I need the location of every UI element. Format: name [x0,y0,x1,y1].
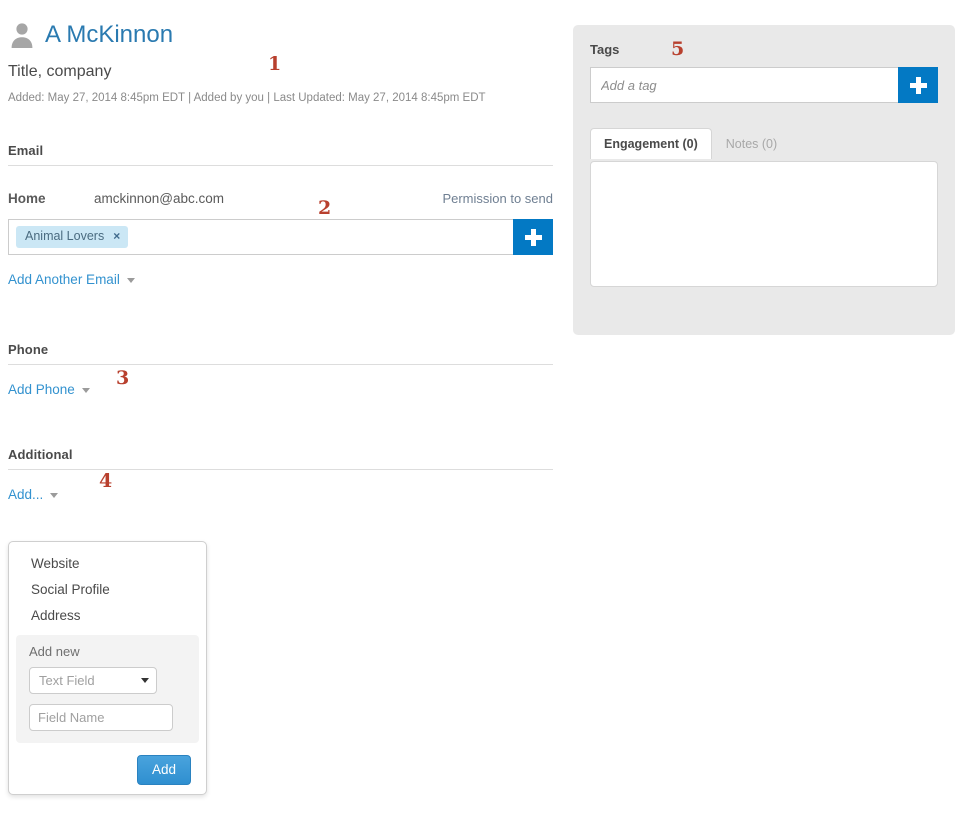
email-permission-label[interactable]: Permission to send [442,191,553,206]
tags-panel-tabs: Engagement (0) Notes (0) [590,128,938,159]
add-new-field-group: Add new Text Field [16,635,199,743]
annotation-marker-4: 4 [99,470,113,492]
chevron-down-icon [141,678,149,683]
add-email-list-button[interactable] [513,219,553,255]
add-new-label: Add new [29,644,80,659]
field-type-select-value: Text Field [39,673,95,688]
add-tag-row [590,67,938,103]
chevron-down-icon[interactable] [50,493,59,498]
chevron-down-icon[interactable] [81,388,90,393]
annotation-marker-3: 3 [116,367,130,389]
annotation-marker-1: 1 [268,53,282,75]
additional-section: Additional Add... [8,447,553,502]
plus-icon [909,76,927,94]
person-avatar-icon [11,23,33,48]
additional-add-row: Add... [8,487,553,502]
email-section: Email Home amckinnon@abc.com Permission … [8,143,553,287]
add-tag-button[interactable] [898,67,938,103]
phone-section: Phone Add Phone [8,342,553,397]
add-another-email-link[interactable]: Add Another Email [8,272,120,287]
email-section-heading: Email [8,143,44,158]
email-section-divider [8,165,553,166]
plus-icon [524,228,542,246]
email-list-tag-input-row: Animal Lovers × [8,219,553,255]
tab-notes[interactable]: Notes (0) [712,128,791,159]
email-list-tag-field[interactable]: Animal Lovers × [8,219,513,255]
remove-chip-icon[interactable]: × [113,230,120,243]
contact-detail-page: A McKinnon Title, company Added: May 27,… [0,0,972,834]
contact-name[interactable]: A McKinnon [45,21,173,49]
email-row: Home amckinnon@abc.com Permission to sen… [8,191,553,206]
tags-panel: Tags Engagement (0) Notes (0) [573,25,955,335]
add-tag-input[interactable] [590,67,898,103]
dropdown-item-address[interactable]: Address [9,603,206,629]
add-new-field-actions: Add [9,743,206,785]
additional-add-link[interactable]: Add... [8,487,43,502]
add-phone-link[interactable]: Add Phone [8,382,75,397]
phone-section-heading: Phone [8,342,49,357]
add-phone-row: Add Phone [8,382,553,397]
dropdown-item-website[interactable]: Website [9,551,206,577]
annotation-marker-5: 5 [671,38,685,60]
engagement-content-area [590,161,938,287]
additional-section-divider [8,469,553,470]
dropdown-item-social-profile[interactable]: Social Profile [9,577,206,603]
add-another-email-row: Add Another Email [8,272,553,287]
contact-header: A McKinnon [8,18,553,52]
email-list-chip-label: Animal Lovers [25,229,105,243]
email-address[interactable]: amckinnon@abc.com [94,191,442,206]
chevron-down-icon[interactable] [126,278,135,283]
tab-engagement[interactable]: Engagement (0) [590,128,712,159]
phone-section-divider [8,364,553,365]
contact-main-column: A McKinnon Title, company Added: May 27,… [8,18,553,502]
field-type-select[interactable]: Text Field [29,667,157,694]
additional-add-dropdown-menu: Website Social Profile Address Add new T… [8,541,207,795]
field-name-input[interactable] [29,704,173,731]
tags-panel-heading: Tags [590,42,620,57]
add-field-button[interactable]: Add [136,755,191,785]
email-type-label: Home [8,191,46,206]
contact-meta-line: Added: May 27, 2014 8:45pm EDT | Added b… [8,92,486,104]
email-list-chip[interactable]: Animal Lovers × [16,226,129,248]
annotation-marker-2: 2 [318,197,332,219]
additional-section-heading: Additional [8,447,73,462]
